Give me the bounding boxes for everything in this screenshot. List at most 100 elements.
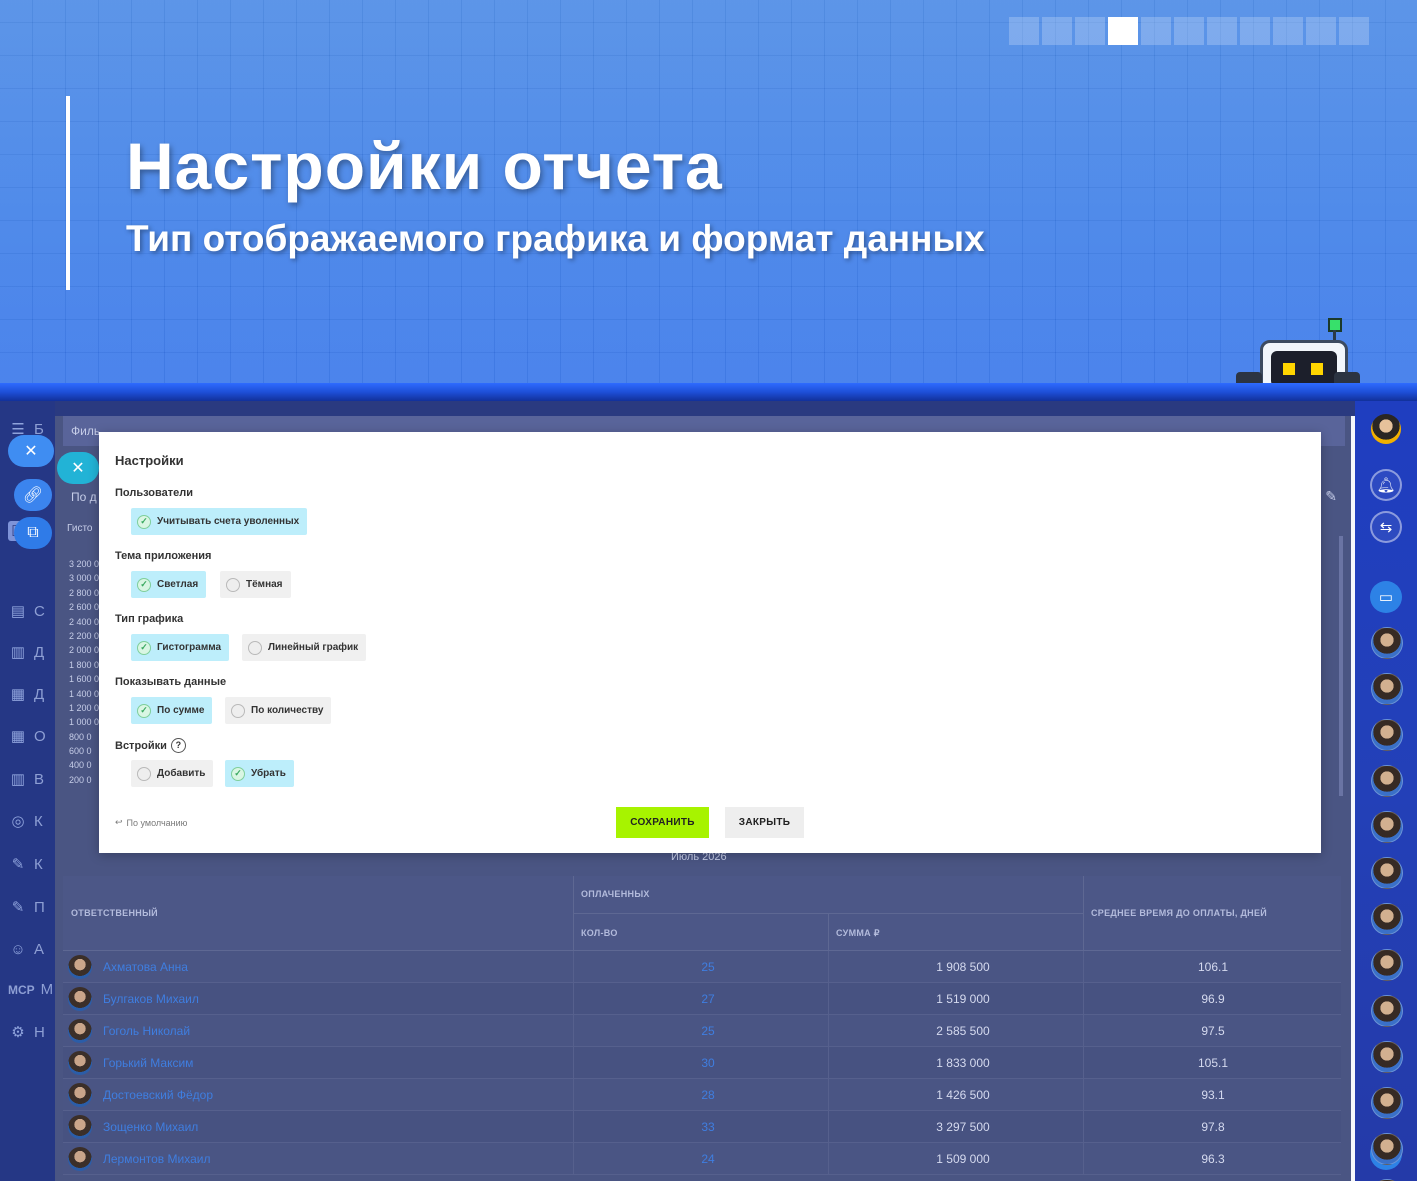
open-external-button[interactable]: ⧉	[14, 517, 52, 549]
pager-dot[interactable]	[1339, 17, 1369, 45]
close-panel-button[interactable]: ✕	[8, 435, 54, 467]
team-member-avatar[interactable]	[1371, 995, 1403, 1027]
sidebar-item[interactable]: ▦ О	[8, 726, 48, 746]
chart-scrollbar[interactable]	[1339, 536, 1343, 796]
team-member-avatar[interactable]	[1371, 857, 1403, 889]
notifications-button[interactable]: 🔔︎	[1370, 469, 1402, 501]
team-member-avatar[interactable]	[1371, 811, 1403, 843]
paid-qty[interactable]: 30	[583, 1056, 833, 1070]
help-icon[interactable]: ?	[170, 738, 186, 753]
team-member-avatar[interactable]	[1371, 903, 1403, 935]
team-member-avatar[interactable]	[1371, 719, 1403, 751]
nav-letter: Д	[34, 685, 45, 703]
paid-qty[interactable]: 33	[583, 1120, 833, 1134]
paid-qty[interactable]: 25	[583, 960, 833, 974]
pager-dot[interactable]	[1075, 17, 1105, 45]
sidebar-item[interactable]: ◎ К	[8, 811, 48, 831]
pager-dot[interactable]	[1009, 17, 1039, 45]
radio-empty-icon	[226, 577, 240, 592]
team-member-avatar[interactable]	[1371, 673, 1403, 705]
current-user-avatar[interactable]	[1371, 414, 1401, 444]
section-chart-type-title: Тип графика	[115, 613, 184, 625]
pager-dot[interactable]	[1240, 17, 1270, 45]
option-label: По сумме	[157, 705, 205, 716]
option-show-data-1[interactable]: По количеству	[225, 697, 332, 724]
close-icon: ✕	[71, 460, 85, 477]
avg-days: 96.9	[1201, 992, 1225, 1006]
pager-dot[interactable]	[1141, 17, 1171, 45]
table-row: Зощенко Михаил 33 3 297 500 97.8	[63, 1111, 1341, 1143]
column-header-qty[interactable]: Кол-во	[581, 928, 618, 938]
employee-name[interactable]: Зощенко Михаил	[103, 1120, 198, 1134]
sidebar-item[interactable]: ▤ С	[8, 601, 48, 621]
column-header-paid: Оплаченных	[581, 889, 650, 899]
section-users-title: Пользователи	[115, 487, 194, 499]
nav-letter: П	[34, 898, 45, 916]
employee-name[interactable]: Булгаков Михаил	[103, 992, 199, 1006]
calendar-icon: ▦	[10, 728, 26, 745]
sidebar-item[interactable]: ▥ В	[8, 769, 48, 789]
sidebar-item[interactable]: ⚙ Н	[8, 1022, 48, 1042]
option-show-data-0[interactable]: ✓ По сумме	[131, 697, 213, 724]
pager-dot[interactable]	[1042, 17, 1072, 45]
open-chat-button[interactable]: ▭	[1370, 581, 1402, 613]
employee-name[interactable]: Лермонтов Михаил	[103, 1152, 210, 1166]
option-chart-type-1[interactable]: Линейный график	[242, 634, 367, 661]
section-show-data-title: Показывать данные	[115, 676, 227, 688]
pager-dot[interactable]	[1207, 17, 1237, 45]
employee-name[interactable]: Гоголь Николай	[103, 1024, 190, 1038]
reset-default-link[interactable]: ↩ По умолчанию	[115, 817, 187, 828]
paid-qty[interactable]: 24	[583, 1152, 833, 1166]
column-header-avg-time[interactable]: Среднее время до оплаты, дней	[1091, 908, 1267, 918]
option-users-0[interactable]: ✓ Учитывать счета уволенных	[131, 508, 308, 535]
pager-dot[interactable]	[1273, 17, 1303, 45]
sidebar-item[interactable]: ☺ А	[8, 939, 48, 959]
section-embed-title: Встройки ?	[115, 738, 186, 753]
paid-qty[interactable]: 28	[583, 1088, 833, 1102]
option-chart-type-0[interactable]: ✓ Гистограмма	[131, 634, 230, 661]
messenger-button[interactable]: ⇆	[1370, 511, 1402, 543]
team-member-avatar[interactable]	[1371, 949, 1403, 981]
option-label: Добавить	[157, 768, 206, 779]
sidebar-item[interactable]: MCP М	[8, 981, 53, 998]
paid-qty[interactable]: 27	[583, 992, 833, 1006]
employee-name[interactable]: Горький Максим	[103, 1056, 193, 1070]
team-member-avatar[interactable]	[1371, 1041, 1403, 1073]
y-tick-label: 400 0	[69, 760, 92, 771]
option-label: По количеству	[251, 705, 324, 716]
chart-y-axis: 3 200 0 3 000 0 2 800 0 2 600 0 2 400 0 2 200…	[69, 559, 101, 789]
team-member-avatar[interactable]	[1371, 765, 1403, 797]
y-tick-label: 2 800 0	[69, 587, 100, 598]
pencil-icon[interactable]: ✎	[1325, 488, 1337, 505]
sidebar-item[interactable]: ▥ Д	[8, 642, 48, 662]
copy-link-button[interactable]: 🔗︎	[14, 479, 52, 511]
option-theme-0[interactable]: ✓ Светлая	[131, 571, 207, 598]
team-member-avatar[interactable]	[1371, 1133, 1403, 1165]
documents-icon: ▥	[10, 644, 26, 661]
filter-label: Филь	[71, 424, 101, 438]
sidebar-item[interactable]: ▦ Д	[8, 684, 48, 704]
y-tick-label: 200 0	[69, 774, 92, 785]
column-header-sum[interactable]: Сумма ₽	[836, 928, 880, 939]
team-member-avatar[interactable]	[1371, 627, 1403, 659]
pager-dot[interactable]	[1306, 17, 1336, 45]
link-icon: 🔗︎	[22, 487, 44, 504]
close-button[interactable]: ЗАКРЫТЬ	[725, 807, 804, 838]
sidebar-item[interactable]: ✎ П	[8, 897, 48, 917]
pager-dot[interactable]	[1174, 17, 1204, 45]
save-button[interactable]: СОХРАНИТЬ	[616, 807, 709, 838]
option-embed-1[interactable]: ✓ Убрать	[225, 760, 294, 787]
nav-letter: О	[34, 727, 46, 745]
option-theme-1[interactable]: Тёмная	[220, 571, 291, 598]
avg-days: 106.1	[1197, 960, 1229, 974]
team-member-avatar[interactable]	[1371, 1087, 1403, 1119]
sidebar-item[interactable]: ✎ К	[8, 854, 48, 874]
employee-name[interactable]: Достоевский Фёдор	[103, 1088, 213, 1102]
option-embed-0[interactable]: Добавить	[131, 760, 214, 787]
pager-dot[interactable]	[1108, 17, 1138, 45]
paid-qty[interactable]: 25	[583, 1024, 833, 1038]
employee-name[interactable]: Ахматова Анна	[103, 960, 188, 974]
table-row: Булгаков Михаил 27 1 519 000 96.9	[63, 983, 1341, 1015]
close-widget-button[interactable]: ✕	[57, 452, 99, 484]
column-header-responsible[interactable]: Ответственный	[71, 908, 158, 918]
